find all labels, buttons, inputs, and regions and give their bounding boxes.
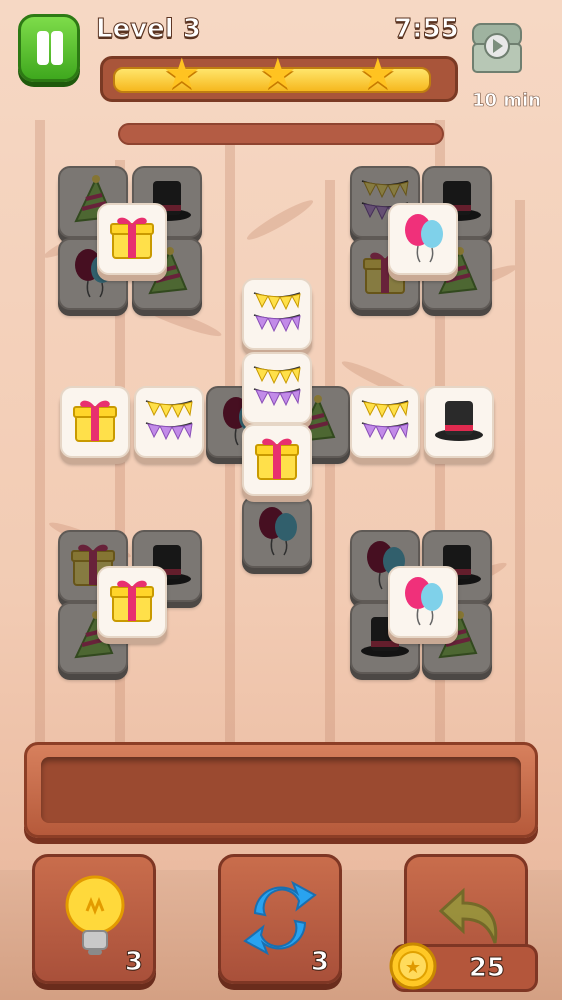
tile [242,496,312,568]
star-icon: ★ [359,49,397,98]
bunting-flags-icon [142,393,196,451]
tile[interactable] [388,203,458,275]
tile-tray [24,742,538,838]
pause-icon-left [37,31,49,65]
star-icon: ★ [163,49,201,98]
hint-button[interactable]: 3 [32,854,156,984]
board-top-rail [118,123,444,145]
tile[interactable] [424,386,494,458]
level-title: Level 3 [96,14,202,45]
svg-text:★: ★ [405,957,421,978]
tile[interactable] [388,566,458,638]
video-chest-button[interactable] [470,18,524,78]
balloon-icon [250,503,304,561]
bunting-flags-icon [250,359,304,417]
top-hat-icon [432,393,486,451]
gold-coin-icon: ★ [389,942,437,990]
gift-box-icon [250,431,304,489]
pause-icon-right [51,31,63,65]
balloons-icon [396,210,450,268]
tile[interactable] [242,278,312,350]
tile[interactable] [97,566,167,638]
gift-box-icon [105,573,159,631]
treasure-chest-icon [472,23,522,73]
shuffle-count: 3 [310,947,329,978]
star-icon: ★ [259,49,297,98]
hint-count: 3 [124,947,143,978]
lightbulb-icon [65,875,125,955]
pause-button[interactable] [18,14,80,82]
star-progress-bar: ★ ★ ★ [100,49,458,102]
countdown-timer: 7:55 [394,14,460,45]
balloons-icon [396,573,450,631]
tile[interactable] [134,386,204,458]
tile[interactable] [242,424,312,496]
gift-box-icon [105,210,159,268]
bunting-flags-icon [358,393,412,451]
tile[interactable] [350,386,420,458]
tile[interactable] [242,352,312,424]
shuffle-button[interactable]: 3 [218,854,342,984]
tile[interactable] [60,386,130,458]
tray-slots [41,757,521,823]
coin-count: 25 [468,953,505,984]
time-bonus-label: 10 min [472,90,542,112]
tile[interactable] [97,203,167,275]
bunting-flags-icon [250,285,304,343]
gift-box-icon [68,393,122,451]
